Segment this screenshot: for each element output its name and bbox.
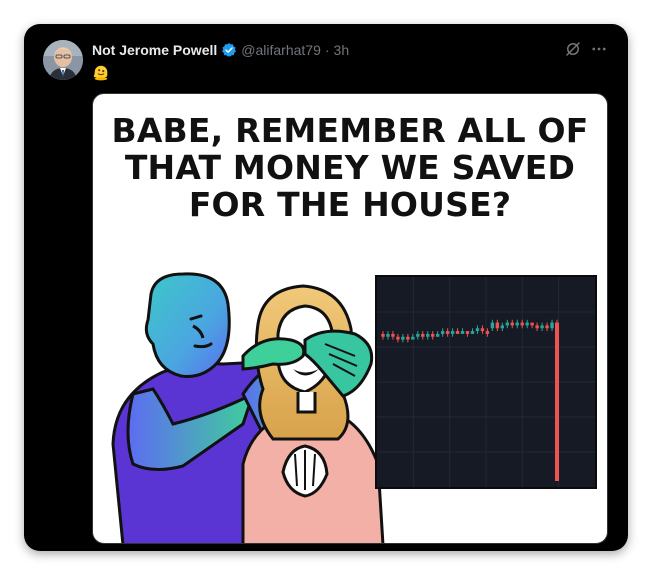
candle-body [540,325,544,329]
candle-body [505,322,509,326]
candle-body [431,333,435,337]
candle-body [490,322,495,329]
candle-body [445,331,450,334]
meme-image[interactable]: BABE, REMEMBER ALL OF THAT MONEY WE SAVE… [92,93,608,544]
candle-body [455,331,460,334]
candle-body [525,322,529,326]
woman-figure [241,284,385,543]
candle-body [475,328,480,332]
candle-body [411,336,415,340]
candle-body [416,333,420,337]
candle-body [391,333,395,337]
candle-body [386,333,390,337]
candle-body [470,331,475,334]
candle-body [500,325,505,329]
candle-body [440,331,445,334]
candle-body [460,331,465,334]
avatar[interactable] [43,40,83,80]
candle-body [435,333,440,337]
tweet-text [92,63,112,81]
candle-body [426,333,430,337]
candle-body [406,336,410,340]
melting-face-emoji [92,63,110,81]
candle-body [535,325,539,329]
candlestick-chart [375,275,597,489]
timestamp[interactable]: 3h [334,42,350,58]
display-name[interactable]: Not Jerome Powell [92,42,217,58]
more-icon[interactable] [590,40,608,58]
candle-body [401,336,405,340]
candle-body [480,328,485,332]
candle-body [530,322,534,326]
candle-body [485,331,490,334]
candle-body [515,322,519,326]
candle-body [495,322,500,329]
candle-body [450,331,455,334]
user-handle[interactable]: @alifarhat79 [241,42,321,58]
candle-body [465,331,470,334]
candle-body [381,333,385,337]
grok-icon[interactable] [564,40,582,58]
candle-body [550,322,554,329]
candle-body [555,322,559,481]
avatar-portrait-icon [43,40,83,80]
candle-body [510,322,514,326]
chart-canvas [377,277,595,487]
candle-body [421,333,425,337]
separator-dot: · [324,42,330,58]
tweet-header: Not Jerome Powell @alifarhat79 · 3h [92,40,349,60]
candle-body [520,322,524,326]
candle-body [545,325,549,329]
candle-body [396,336,400,340]
verified-badge-icon [221,42,237,58]
tweet-card[interactable]: Not Jerome Powell @alifarhat79 · 3h BABE… [24,24,628,551]
